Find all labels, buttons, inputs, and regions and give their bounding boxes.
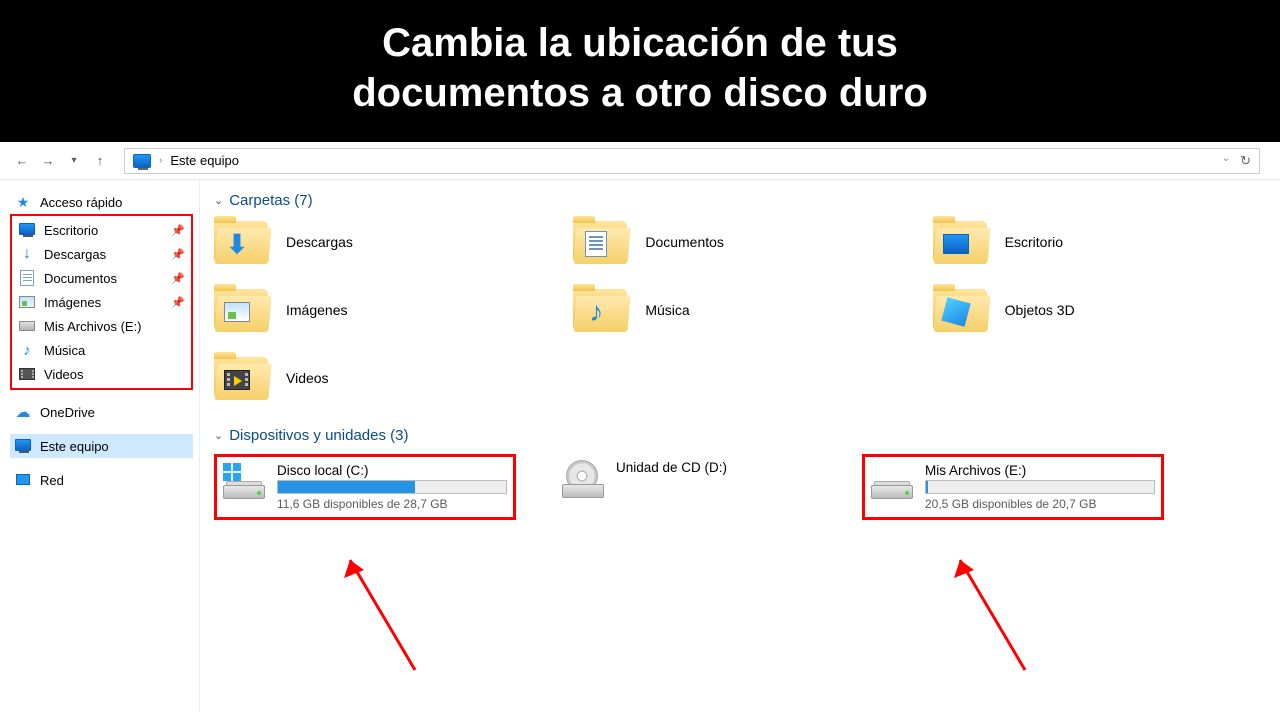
folder-icon	[214, 287, 270, 333]
device-name: Mis Archivos (E:)	[925, 463, 1155, 478]
refresh-icon[interactable]: ↻	[1240, 153, 1251, 169]
folder-icon: ⬇	[214, 219, 270, 265]
sidebar-item-videos[interactable]: Videos	[14, 362, 189, 386]
star-icon: ★	[14, 194, 32, 210]
nav-up-icon[interactable]: ↑	[92, 153, 108, 168]
nav-back-icon[interactable]: ←	[14, 153, 30, 168]
sidebar-label: Acceso rápido	[40, 195, 122, 210]
video-icon	[224, 369, 250, 391]
device-hdd[interactable]: Mis Archivos (E:) 20,5 GB disponibles de …	[862, 454, 1164, 520]
nav-dropdown-icon[interactable]: ▾	[66, 155, 82, 166]
nav-forward-icon[interactable]: →	[40, 153, 56, 168]
desktop-icon	[943, 233, 969, 255]
chevron-down-icon: ⌄	[214, 429, 223, 442]
storage-bar	[925, 480, 1155, 494]
annotation-arrow-left	[320, 550, 440, 680]
folder-icon	[933, 287, 989, 333]
section-header-dispositivos[interactable]: ⌄ Dispositivos y unidades (3)	[214, 427, 1262, 444]
sidebar-item-descargas[interactable]: ↓ Descargas 📌	[14, 242, 189, 266]
title-banner: Cambia la ubicación de tus documentos a …	[0, 0, 1280, 142]
device-subtext: 11,6 GB disponibles de 28,7 GB	[277, 497, 507, 511]
title-line-2: documentos a otro disco duro	[40, 68, 1240, 118]
this-pc-icon	[14, 438, 32, 454]
folder-music[interactable]: ♪ Música	[573, 287, 902, 333]
network-icon	[14, 472, 32, 488]
folder-cube3d[interactable]: Objetos 3D	[933, 287, 1262, 333]
folder-icon	[214, 355, 270, 401]
folder-document[interactable]: Documentos	[573, 219, 902, 265]
sidebar-item-musica[interactable]: ♪ Música	[14, 338, 189, 362]
folder-label: Documentos	[645, 234, 724, 250]
cd-drive-icon	[562, 460, 604, 498]
navigation-sidebar: ★ Acceso rápido Escritorio 📌 ↓ Descargas…	[0, 180, 200, 712]
desktop-icon	[18, 222, 36, 238]
image-icon	[224, 301, 250, 323]
section-header-carpetas[interactable]: ⌄ Carpetas (7)	[214, 192, 1262, 209]
document-icon	[583, 233, 609, 255]
sidebar-item-quick-access[interactable]: ★ Acceso rápido	[10, 190, 193, 214]
image-icon	[18, 294, 36, 310]
cloud-icon: ☁	[14, 404, 32, 420]
folder-label: Objetos 3D	[1005, 302, 1075, 318]
address-bar[interactable]: › Este equipo ⌄ ↻	[124, 148, 1260, 174]
video-icon	[18, 366, 36, 382]
download-icon: ⬇	[224, 233, 250, 255]
windows-logo-icon	[223, 463, 241, 481]
highlight-box-quick-access: Escritorio 📌 ↓ Descargas 📌 Documentos 📌 …	[10, 214, 193, 390]
device-subtext: 20,5 GB disponibles de 20,7 GB	[925, 497, 1155, 511]
content-pane: ⌄ Carpetas (7) ⬇ Descargas Documentos Escri…	[200, 180, 1280, 712]
sidebar-item-escritorio[interactable]: Escritorio 📌	[14, 218, 189, 242]
sidebar-item-imagenes[interactable]: Imágenes 📌	[14, 290, 189, 314]
device-name: Disco local (C:)	[277, 463, 507, 478]
folder-icon	[573, 219, 629, 265]
breadcrumb-chevron-icon: ›	[159, 155, 162, 166]
annotation-arrow-right	[930, 550, 1050, 680]
music-icon: ♪	[583, 301, 609, 323]
folder-label: Música	[645, 302, 689, 318]
document-icon	[18, 270, 36, 286]
navigation-toolbar: ← → ▾ ↑ › Este equipo ⌄ ↻	[0, 142, 1280, 180]
folder-label: Imágenes	[286, 302, 347, 318]
hard-drive-icon	[223, 463, 265, 501]
pin-icon: 📌	[171, 224, 185, 237]
sidebar-item-documentos[interactable]: Documentos 📌	[14, 266, 189, 290]
folder-download[interactable]: ⬇ Descargas	[214, 219, 543, 265]
pin-icon: 📌	[171, 296, 185, 309]
title-line-1: Cambia la ubicación de tus	[40, 18, 1240, 68]
music-icon: ♪	[18, 342, 36, 358]
device-name: Unidad de CD (D:)	[616, 460, 816, 475]
folder-label: Descargas	[286, 234, 353, 250]
sidebar-item-mis-archivos-e[interactable]: Mis Archivos (E:)	[14, 314, 189, 338]
device-cd[interactable]: Unidad de CD (D:)	[556, 454, 822, 504]
folder-label: Videos	[286, 370, 329, 386]
section-title: Carpetas (7)	[229, 192, 312, 209]
drive-icon	[18, 318, 36, 334]
folder-desktop[interactable]: Escritorio	[933, 219, 1262, 265]
sidebar-item-onedrive[interactable]: ☁ OneDrive	[10, 400, 193, 424]
folder-icon	[933, 219, 989, 265]
download-icon: ↓	[18, 246, 36, 262]
address-dropdown-icon[interactable]: ⌄	[1222, 153, 1230, 169]
cube3d-icon	[943, 301, 969, 323]
folder-video[interactable]: Videos	[214, 355, 543, 401]
folder-icon: ♪	[573, 287, 629, 333]
chevron-down-icon: ⌄	[214, 194, 223, 207]
pin-icon: 📌	[171, 248, 185, 261]
breadcrumb-location[interactable]: Este equipo	[170, 153, 239, 168]
section-title: Dispositivos y unidades (3)	[229, 427, 408, 444]
this-pc-icon	[133, 154, 151, 168]
hard-drive-icon	[871, 463, 913, 501]
sidebar-item-este-equipo[interactable]: Este equipo	[10, 434, 193, 458]
storage-bar	[277, 480, 507, 494]
folder-label: Escritorio	[1005, 234, 1063, 250]
device-hdd-win[interactable]: Disco local (C:) 11,6 GB disponibles de 2…	[214, 454, 516, 520]
sidebar-item-red[interactable]: Red	[10, 468, 193, 492]
folder-image[interactable]: Imágenes	[214, 287, 543, 333]
pin-icon: 📌	[171, 272, 185, 285]
